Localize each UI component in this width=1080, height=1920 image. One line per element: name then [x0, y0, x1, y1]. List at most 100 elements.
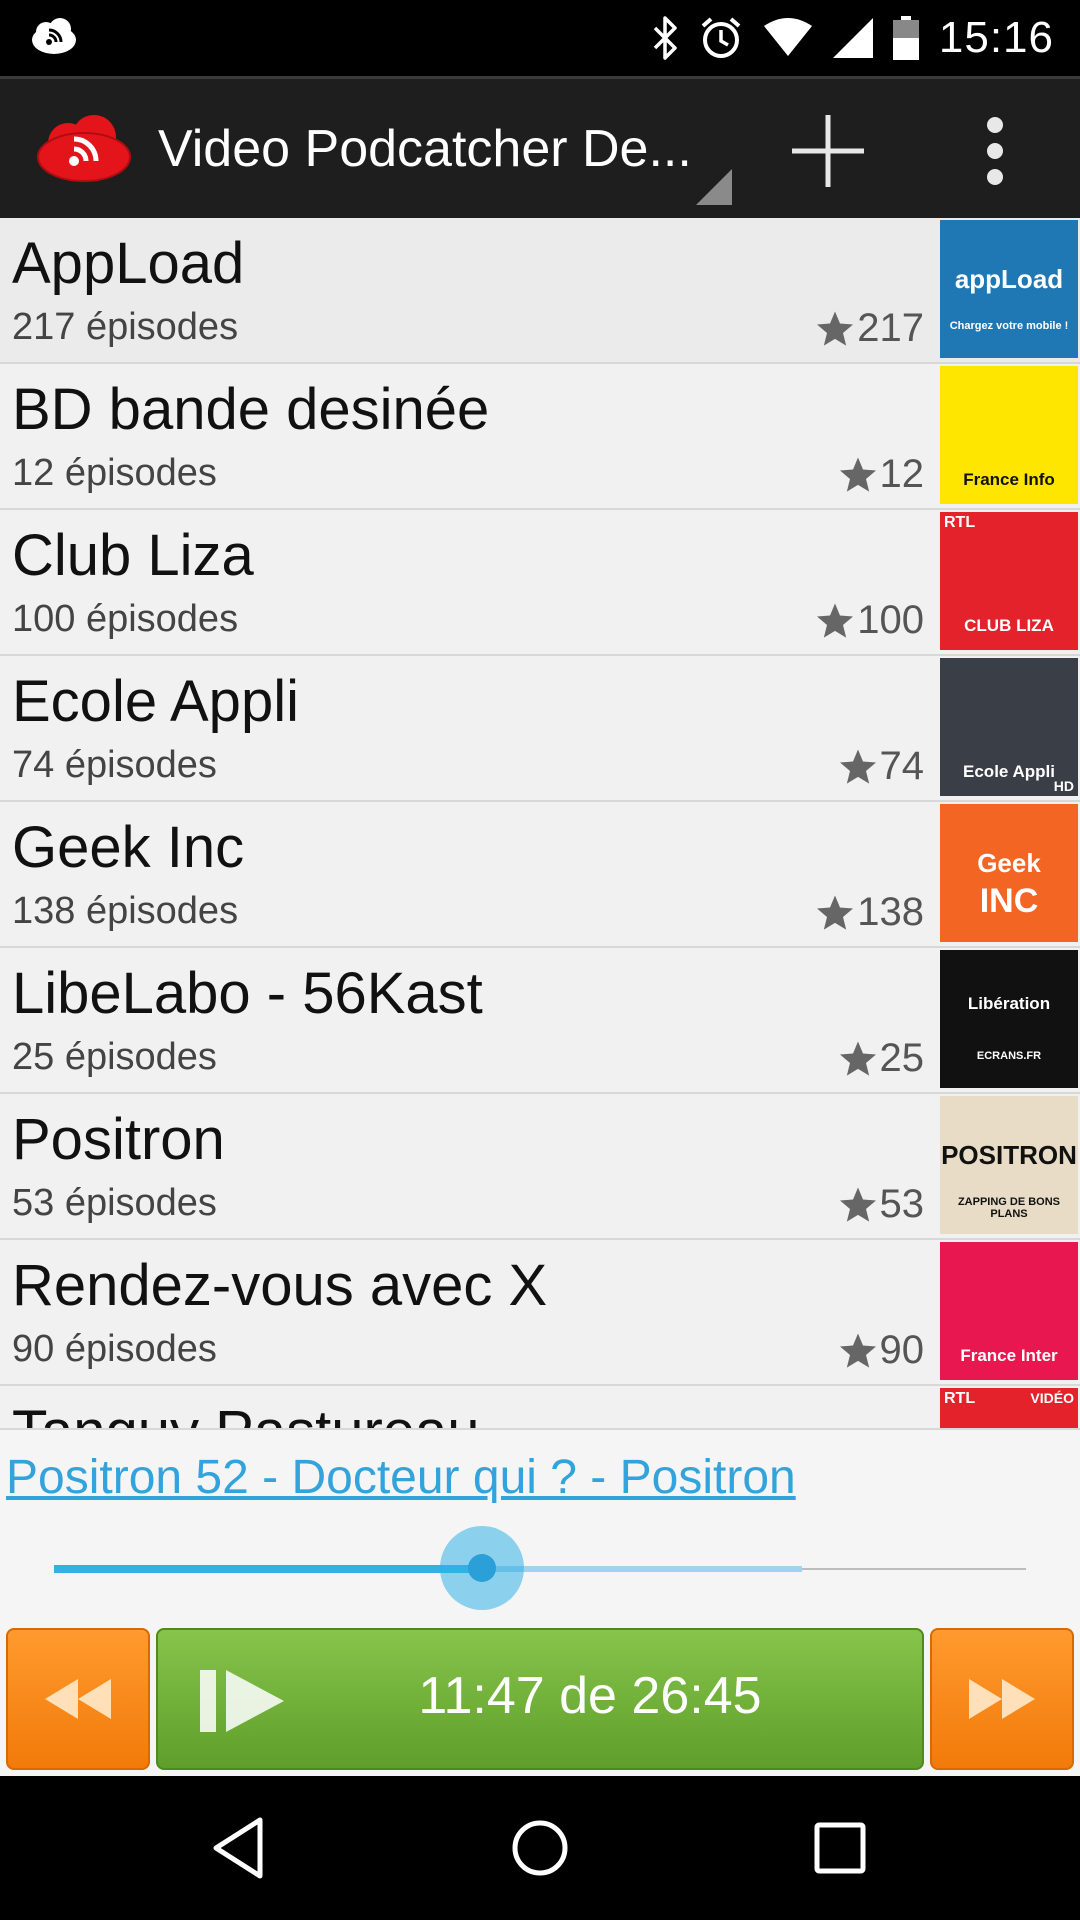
podcast-title: Ecole Appli [12, 669, 299, 734]
thumb-label: France Info [963, 470, 1055, 489]
seek-bar-progress [54, 1565, 482, 1573]
podcast-episode-count: 12 épisodes [12, 452, 217, 494]
podcast-title: Positron [12, 1107, 225, 1172]
podcast-row[interactable]: Ecole Appli 74 épisodes 74 HD Ecole Appli [0, 656, 1080, 802]
podcast-thumbnail: appLoad Chargez votre mobile ! [940, 220, 1078, 358]
podcast-thumbnail: POSITRON ZAPPING DE BONS PLANS [940, 1096, 1078, 1234]
podcast-title: BD bande desinée [12, 377, 490, 442]
podcast-title: LibeLabo - 56Kast [12, 961, 483, 1026]
podcast-rating: 138 [815, 890, 924, 935]
podcast-title: Club Liza [12, 523, 254, 588]
podcast-row[interactable]: LibeLabo - 56Kast 25 épisodes 25 Libération… [0, 948, 1080, 1094]
app-title-spinner[interactable]: Video Podcatcher De... [158, 119, 718, 189]
spinner-arrow-icon [696, 169, 732, 205]
add-icon[interactable] [786, 109, 870, 193]
podcast-title: Rendez-vous avec X [12, 1253, 548, 1318]
podcast-episode-count: 100 épisodes [12, 598, 239, 640]
action-bar: Video Podcatcher De... [0, 76, 1080, 218]
thumb-sub-label: ECRANS.FR [976, 1050, 1042, 1062]
podcast-row[interactable]: Rendez-vous avec X 90 épisodes 90 France In… [0, 1240, 1080, 1386]
play-pause-button[interactable]: 11:47 de 26:45 [156, 1628, 924, 1770]
podcast-rating: 90 [838, 1328, 925, 1373]
overflow-menu-icon[interactable] [960, 109, 1030, 193]
podcast-rating: 217 [815, 306, 924, 351]
podcast-rating-value: 25 [879, 1036, 925, 1080]
podcast-row[interactable]: AppLoad 217 épisodes 217 appLoad Chargez vot… [0, 218, 1080, 364]
bluetooth-icon [651, 14, 679, 62]
rewind-button[interactable] [6, 1628, 150, 1770]
thumb-label: Geek [977, 848, 1041, 878]
fast-forward-icon [969, 1679, 1035, 1719]
thumb-top-label: RTL [944, 514, 976, 531]
star-icon [817, 311, 854, 346]
podcast-thumbnail: Geek INC [940, 804, 1078, 942]
star-icon [839, 1333, 876, 1368]
podcast-thumbnail: Libération ECRANS.FR [940, 950, 1078, 1088]
thumb-label: Libération [967, 994, 1051, 1013]
star-icon [839, 749, 876, 784]
podcast-rating: 12 [838, 452, 925, 497]
podcast-rating-value: 217 [857, 306, 924, 350]
player-panel: Positron 52 - Docteur qui ? - Positron 1… [0, 1428, 1080, 1776]
podcast-episode-count: 138 épisodes [12, 890, 239, 932]
star-icon [839, 1041, 876, 1076]
podcast-rating-value: 90 [879, 1328, 925, 1372]
podcast-row[interactable]: Geek Inc 138 épisodes 138 Geek INC [0, 802, 1080, 948]
podcast-title: AppLoad [12, 231, 245, 296]
star-icon [839, 1187, 876, 1222]
podcast-thumbnail: France Inter [940, 1242, 1078, 1380]
home-icon[interactable] [504, 1812, 576, 1884]
podcast-rating-value: 12 [879, 452, 925, 496]
thumb-top-label: RTL [944, 1390, 976, 1407]
star-icon [817, 895, 854, 930]
podcast-rating-value: 138 [857, 890, 924, 934]
seek-bar-thumb[interactable] [467, 1554, 496, 1582]
thumb-label: POSITRON [941, 1140, 1077, 1170]
star-icon [839, 457, 876, 492]
podcast-title: Geek Inc [12, 815, 245, 880]
thumb-sub-label: Chargez votre mobile ! [949, 320, 1069, 332]
podcast-rating-value: 74 [879, 744, 925, 788]
thumb-sub-label: INC [979, 882, 1039, 920]
playback-time: 11:47 de 26:45 [418, 1667, 762, 1725]
podcast-thumbnail: RTL CLUB LIZA [940, 512, 1078, 650]
wifi-icon [763, 14, 813, 62]
podcast-episode-count: 90 épisodes [12, 1328, 217, 1370]
thumb-label: appLoad [954, 264, 1064, 294]
thumb-label: CLUB LIZA [964, 616, 1054, 635]
thumb-corner-label: VIDÉO [1030, 1390, 1074, 1406]
clock: 15:16 [938, 13, 1054, 62]
podcast-row[interactable]: Club Liza 100 épisodes 100 RTL CLUB LIZA [0, 510, 1080, 656]
fast-forward-button[interactable] [930, 1628, 1074, 1770]
app-logo-icon[interactable] [34, 111, 134, 183]
podcast-rating: 25 [838, 1036, 925, 1081]
rewind-icon [45, 1679, 111, 1719]
podcast-rating: 100 [815, 598, 924, 643]
play-pause-icon [200, 1670, 284, 1732]
podcast-episode-count: 217 épisodes [12, 306, 239, 348]
status-bar: 15:16 [0, 0, 1080, 76]
podcast-episode-count: 25 épisodes [12, 1036, 217, 1078]
podcast-row[interactable]: Positron 53 épisodes 53 POSITRON ZAPPING DE … [0, 1094, 1080, 1240]
now-playing-link[interactable]: Positron 52 - Docteur qui ? - Positron [6, 1450, 796, 1505]
recents-icon[interactable] [804, 1812, 876, 1884]
podcast-thumbnail: RTL VIDÉO [940, 1388, 1078, 1428]
podcast-list[interactable]: AppLoad 217 épisodes 217 appLoad Chargez vot… [0, 218, 1080, 1428]
podcast-thumbnail: France Info [940, 366, 1078, 504]
navigation-bar [0, 1776, 1080, 1920]
podcast-row[interactable]: BD bande desinée 12 épisodes 12 France Info [0, 364, 1080, 510]
battery-icon [892, 14, 919, 62]
podcast-episode-count: 53 épisodes [12, 1182, 217, 1224]
thumb-sub-label: ZAPPING DE BONS PLANS [957, 1196, 1061, 1220]
thumb-label: Ecole Appli [963, 762, 1055, 781]
back-icon[interactable] [204, 1812, 276, 1884]
podcast-episode-count: 74 épisodes [12, 744, 217, 786]
notification-podcast-icon [28, 14, 80, 62]
podcast-thumbnail: HD Ecole Appli [940, 658, 1078, 796]
thumb-label: France Inter [960, 1346, 1058, 1365]
podcast-rating: 74 [838, 744, 925, 789]
alarm-icon [699, 14, 743, 62]
podcast-rating-value: 100 [857, 598, 924, 642]
podcast-row[interactable]: Tanguy Pastureau RTL VIDÉO [0, 1386, 1080, 1428]
podcast-rating: 53 [838, 1182, 924, 1227]
